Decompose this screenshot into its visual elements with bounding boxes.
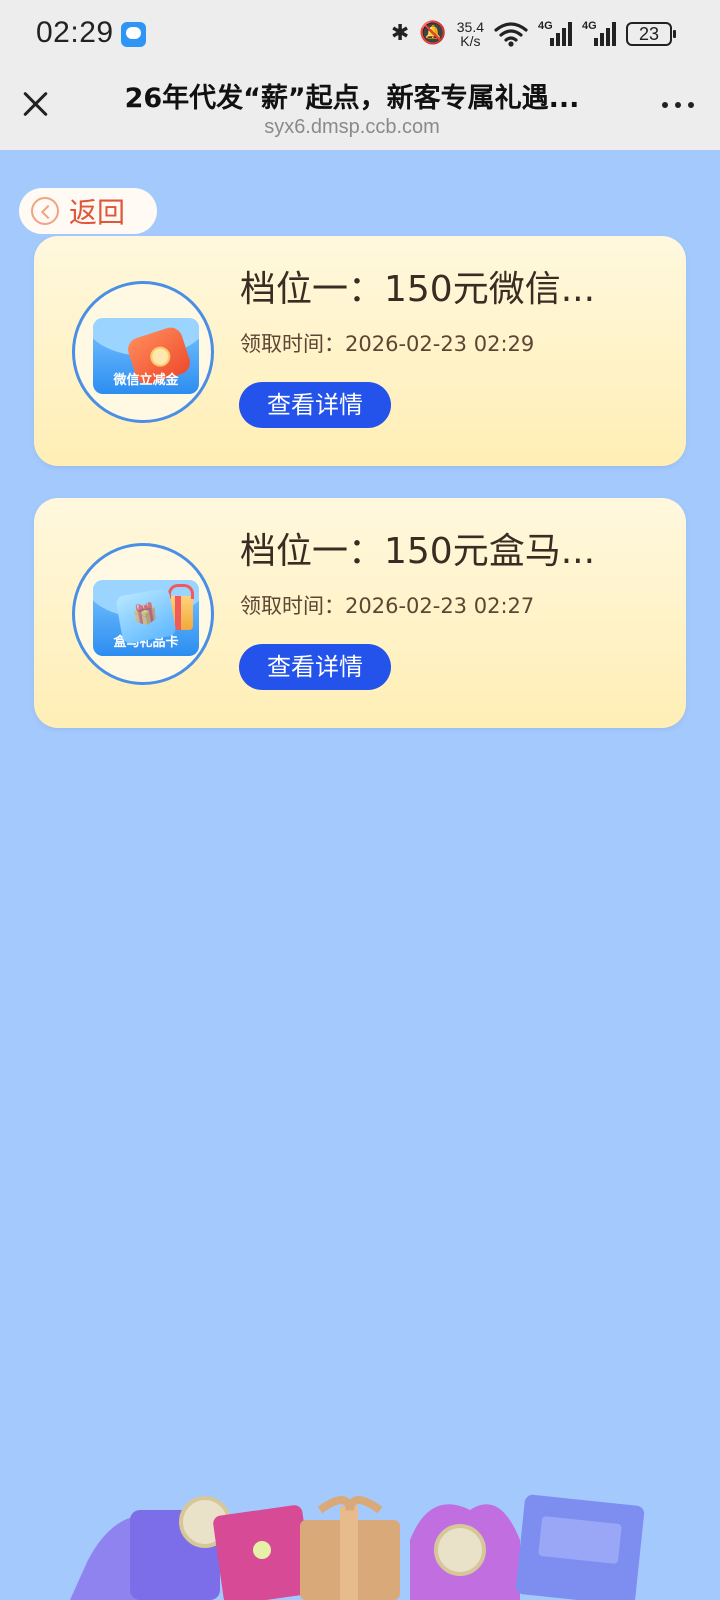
browser-header: 26年代发“薪”起点，新客专属礼遇... syx6.dmsp.ccb.com <box>0 66 720 150</box>
view-details-button[interactable]: 查看详情 <box>239 644 391 690</box>
network-speed-unit: K/s <box>460 33 481 49</box>
prize-title: 档位一：150元盒马... <box>240 531 596 572</box>
prize-image: 微信立减金 <box>72 281 214 423</box>
gift-decoration-illustration <box>70 1494 645 1600</box>
page-url: syx6.dmsp.ccb.com <box>264 116 440 138</box>
gift-card-icon <box>115 587 177 645</box>
envelope-icon: 盒马礼品卡 <box>93 580 199 656</box>
back-label: 返回 <box>69 196 126 229</box>
envelope-icon: 微信立减金 <box>93 318 199 394</box>
more-options-icon[interactable] <box>662 102 694 108</box>
chevron-left-icon <box>31 197 59 225</box>
page-title: 26年代发“薪”起点，新客专属礼遇... <box>124 83 580 114</box>
status-time: 02:29 <box>36 16 114 49</box>
network-speed-value: 35.4 <box>456 19 484 35</box>
signal-sim2-icon: 4G <box>582 20 616 48</box>
claim-time: 领取时间：2026-02-23 02:29 <box>240 332 535 356</box>
prize-record-card: 盒马礼品卡 档位一：150元盒马... 领取时间：2026-02-23 02:2… <box>34 498 686 728</box>
bluetooth-icon: ✱ <box>390 21 410 46</box>
prize-badge-label: 微信立减金 <box>113 373 179 388</box>
close-icon[interactable] <box>18 86 54 122</box>
prize-image: 盒马礼品卡 <box>72 543 214 685</box>
battery-icon: 23 <box>626 22 676 46</box>
wifi-icon <box>494 22 528 47</box>
prize-title: 档位一：150元微信... <box>240 269 596 310</box>
view-details-button[interactable]: 查看详情 <box>239 382 391 428</box>
network-speed: 35.4 K/s <box>457 20 484 48</box>
mute-bell-icon: 🔕 <box>419 21 447 46</box>
back-button[interactable]: 返回 <box>19 188 157 234</box>
signal-sim1-icon: 4G <box>538 20 572 48</box>
status-bar: 02:29 ✱ 🔕 35.4 K/s 4G 4G 23 <box>0 0 720 66</box>
message-notification-icon <box>121 22 146 47</box>
status-icons: ✱ 🔕 35.4 K/s 4G 4G 23 <box>390 16 676 52</box>
prize-record-card: 微信立减金 档位一：150元微信... 领取时间：2026-02-23 02:2… <box>34 236 686 466</box>
claim-time: 领取时间：2026-02-23 02:27 <box>240 594 535 618</box>
